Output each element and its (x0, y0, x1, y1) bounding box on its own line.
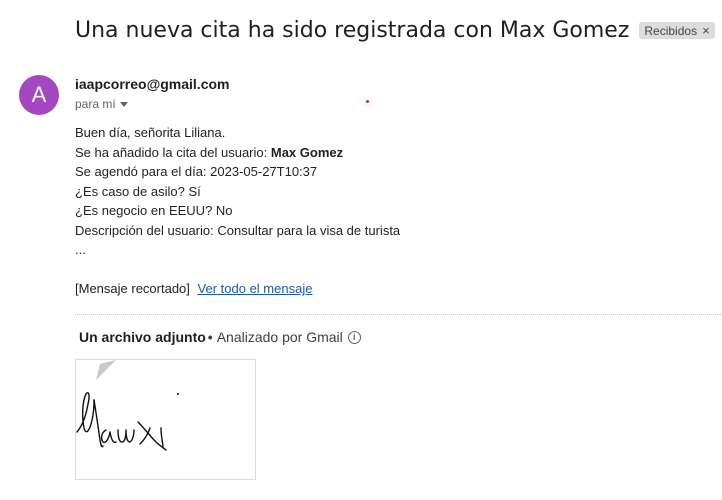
body-line-asylum: ¿Es caso de asilo? Sí (75, 183, 201, 199)
body-greeting: Buen día, señorita Liliana. (75, 125, 226, 140)
label-chip-text: Recibidos (644, 23, 698, 38)
sender-email[interactable]: iaapcorreo@gmail.com (75, 76, 229, 92)
avatar-letter: A (31, 82, 47, 107)
body-line-date: Se agendó para el día: 2023-05-27T10:37 (75, 164, 318, 179)
body-line-user-prefix: Se ha añadido la cita del usuario: (75, 144, 271, 160)
clipped-message-row: [Mensaje recortado] Ver todo el mensaje (75, 281, 312, 296)
remove-label-icon[interactable]: × (702, 23, 710, 38)
attachments-header: Un archivo adjunto • Analizado por Gmail… (79, 329, 361, 345)
subject-row: Una nueva cita ha sido registrada con Ma… (75, 18, 715, 43)
label-chip-inbox[interactable]: Recibidos × (639, 22, 715, 39)
body-line-business: ¿Es negocio en EEUU? No (75, 203, 233, 218)
attachment-thumbnail[interactable] (75, 359, 256, 480)
sender-avatar[interactable]: A (19, 75, 59, 115)
body-line-description: Descripción del usuario: Consultar para … (75, 222, 401, 238)
view-full-message-link[interactable]: Ver todo el mensaje (198, 281, 313, 296)
email-body: Buen día, señorita Liliana. Se ha añadid… (75, 123, 400, 260)
recipient-label: para mí (75, 97, 116, 111)
clipped-message-note: [Mensaje recortado] (75, 281, 190, 296)
red-dot-icon (366, 100, 369, 103)
info-icon[interactable]: i (347, 330, 361, 344)
body-ellipsis: ... (75, 242, 86, 257)
recipient-details[interactable]: para mí (75, 97, 128, 111)
email-subject: Una nueva cita ha sido registrada con Ma… (75, 18, 630, 43)
show-details-chevron-down-icon[interactable] (119, 101, 128, 107)
attachment-count: Un archivo adjunto (79, 329, 206, 345)
page-fold-icon (96, 360, 116, 380)
body-line-user: Se ha añadido la cita del usuario: Max G… (75, 143, 400, 163)
attachments-divider (75, 314, 722, 315)
scanned-by-gmail-label: Analizado por Gmail (216, 329, 343, 345)
signature-dot (177, 393, 179, 395)
attachment-separator: • (207, 329, 213, 345)
body-user-name: Max Gomez (270, 144, 344, 160)
